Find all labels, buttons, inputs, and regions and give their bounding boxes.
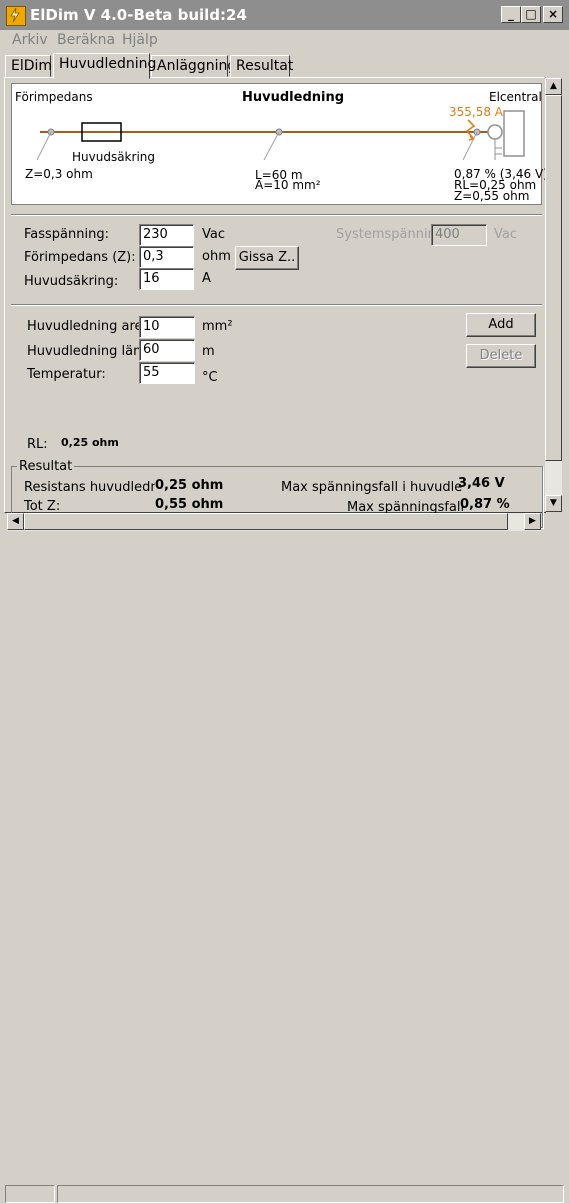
area-input[interactable]: 10 [139,316,195,338]
circuit-diagram: Förimpedans Huvudledning Elcentral 355,5… [11,83,548,205]
systemspanning-unit: Vac [494,227,517,242]
tab-huvudledning[interactable]: Huvudledning [53,53,156,79]
arrow-right-icon: ▶ [529,516,536,526]
forimpedans-field-label: Förimpedans (Z): [24,250,136,265]
huvudsakring-label: Huvudsäkring [72,150,155,164]
diagram-title: Huvudledning [242,90,345,105]
area-field-label: Huvudledning area: [27,319,140,334]
meter-circle [487,124,503,140]
status-panel-main [57,1185,564,1203]
separator [11,304,542,306]
temperature-field-label: Temperatur: [27,367,106,382]
delete-button[interactable]: Delete [466,344,536,368]
title-bar: ElDim V 4.0-Beta build:24 _ □ × [0,0,569,30]
scroll-left-button[interactable]: ◀ [7,513,24,530]
menu-berakna[interactable]: Beräkna [57,32,115,48]
menu-bar: Arkiv Beräkna Hjälp [0,30,569,52]
arrow-up-icon: ▲ [550,81,557,91]
status-bar [0,591,569,1203]
forimpedans-unit: ohm [202,249,231,264]
resistans-value: 0,25 ohm [155,478,224,493]
vertical-scrollbar[interactable]: ▲ ▼ [545,78,562,512]
rl-field-label: RL: [27,437,48,452]
temperature-unit: °C [202,370,218,385]
huvudsakring-input[interactable]: 16 [139,268,194,290]
systemspanning-input: 400 [431,224,487,246]
z-label: Z=0,3 ohm [25,167,93,181]
gissa-z-button[interactable]: Gissa Z.. [235,246,299,270]
forimpedans-label: Förimpedans [15,90,93,104]
elcentral-box [503,110,525,157]
menu-hjalp[interactable]: Hjälp [122,32,158,48]
rl-value: 0,25 ohm [61,436,119,449]
horizontal-scrollbar[interactable]: ◀ ▶ [7,513,541,531]
hscroll-thumb[interactable] [24,513,508,530]
length-input[interactable]: 60 [139,339,195,361]
scroll-right-button[interactable]: ▶ [524,513,541,530]
totz-value: 0,55 ohm [155,497,224,512]
resultat-group-title: Resultat [17,459,75,474]
menu-arkiv[interactable]: Arkiv [12,32,48,48]
area-label: A=10 mm² [255,178,321,192]
ztot-label: Z=0,55 ohm [454,189,530,203]
z-leader [36,131,52,161]
fasspanning-label: Fasspänning: [24,227,109,242]
close-button[interactable]: × [543,6,563,23]
minimize-button[interactable]: _ [501,6,521,23]
resistans-label: Resistans huvudledning: [24,480,155,495]
elcentral-label: Elcentral [489,90,542,104]
maximize-icon: □ [525,7,537,21]
length-unit: m [202,344,215,359]
maximize-button[interactable]: □ [521,6,541,23]
length-field-label: Huvudledning längd: [27,344,140,359]
add-button[interactable]: Add [466,313,536,337]
scroll-up-button[interactable]: ▲ [545,78,562,95]
fasspanning-unit: Vac [202,227,225,242]
tab-anlaggning[interactable]: Anläggning [151,55,236,77]
app-lightning-icon[interactable] [6,6,26,26]
systemspanning-label: Systemspänning: [336,227,432,242]
window-title: ElDim V 4.0-Beta build:24 [30,6,247,24]
scroll-down-button[interactable]: ▼ [545,495,562,512]
huvudsakring-field-label: Huvudsäkring: [24,274,119,289]
status-panel-left [5,1185,55,1203]
current-label: 355,58 A [449,105,504,119]
area-unit: mm² [202,319,233,334]
maxfall-v-label: Max spänningsfall i huvudledning: [281,480,462,495]
huvudsakring-unit: A [202,271,211,286]
scroll-thumb[interactable] [545,95,562,461]
minimize-icon: _ [508,7,514,21]
fasspanning-input[interactable]: 230 [139,224,194,246]
tab-resultat[interactable]: Resultat [230,55,293,77]
close-icon: × [547,7,559,21]
l-leader [263,131,280,161]
separator [11,214,542,216]
temperature-input[interactable]: 55 [139,362,195,384]
maxfall-pct-value: 0,87 % [460,497,510,512]
arrow-down-icon: ▼ [550,498,557,508]
current-arrow [465,119,476,139]
maxfall-v-value: 3,46 V [458,476,505,491]
totz-label: Tot Z: [24,499,61,514]
forimpedans-input[interactable]: 0,3 [139,246,194,268]
tab-eldim[interactable]: ElDim [5,55,52,77]
arrow-left-icon: ◀ [12,516,19,526]
